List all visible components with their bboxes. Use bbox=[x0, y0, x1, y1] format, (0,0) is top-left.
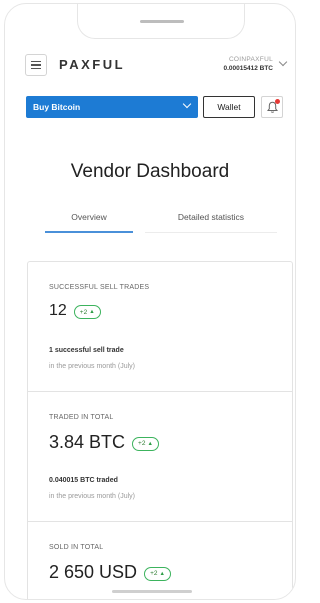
menu-line-icon bbox=[31, 60, 41, 63]
badge-label: +2 bbox=[79, 308, 88, 316]
stats-panel: SUCCESSFUL SELL TRADES 12 +2 ▲ 1 success… bbox=[27, 261, 293, 599]
stat-value: 3.84 BTC bbox=[49, 432, 126, 452]
hamburger-menu-button[interactable] bbox=[25, 54, 47, 76]
arrow-up-icon: ▲ bbox=[147, 440, 153, 447]
stat-card-traded-total: TRADED IN TOTAL 3.84 BTC +2 ▲ 0.040015 B… bbox=[28, 392, 292, 522]
stat-value-row: 3.84 BTC +2 ▲ bbox=[49, 432, 159, 453]
app-header: PAXFUL COINPAXFUL 0.00015412 BTC bbox=[5, 49, 295, 83]
stat-label: TRADED IN TOTAL bbox=[49, 414, 114, 421]
buy-select-label: Buy Bitcoin bbox=[33, 102, 81, 112]
change-badge: +2 ▲ bbox=[73, 305, 101, 319]
wallet-button[interactable]: Wallet bbox=[203, 96, 255, 118]
stat-label: SUCCESSFUL SELL TRADES bbox=[49, 284, 150, 291]
notifications-button[interactable] bbox=[261, 96, 283, 118]
paxful-logo[interactable]: PAXFUL bbox=[59, 57, 125, 72]
badge-label: +2 bbox=[138, 440, 146, 447]
stat-period: in the previous month (July) bbox=[49, 493, 135, 500]
stat-value-row: 12 +2 ▲ bbox=[49, 302, 101, 320]
change-badge: +2 ▲ bbox=[144, 566, 171, 581]
page-title: Vendor Dashboard bbox=[70, 161, 230, 182]
chevron-down-icon bbox=[182, 99, 192, 109]
stat-value: 2 650 USD bbox=[49, 562, 138, 582]
stat-detail: 1 successful sell trade bbox=[49, 347, 124, 354]
stat-value: 12 bbox=[49, 302, 67, 319]
chevron-down-icon[interactable] bbox=[278, 57, 288, 67]
phone-frame: PAXFUL COINPAXFUL 0.00015412 BTC Buy Bit… bbox=[4, 3, 296, 600]
wallet-summary[interactable]: COINPAXFUL 0.00015412 BTC bbox=[223, 56, 273, 72]
badge-label: +2 bbox=[150, 570, 158, 577]
stat-label: SOLD IN TOTAL bbox=[49, 544, 104, 551]
buy-bitcoin-select[interactable]: Buy Bitcoin bbox=[26, 96, 198, 118]
home-indicator bbox=[112, 590, 192, 593]
notification-dot bbox=[275, 99, 280, 104]
stat-value-row: 2 650 USD +2 ▲ bbox=[49, 562, 171, 583]
menu-line-icon bbox=[31, 67, 41, 70]
menu-line-icon bbox=[31, 64, 41, 66]
stat-card-sell-trades: SUCCESSFUL SELL TRADES 12 +2 ▲ 1 success… bbox=[28, 262, 292, 392]
stat-period: in the previous month (July) bbox=[49, 363, 135, 370]
stat-card-sold-total: SOLD IN TOTAL 2 650 USD +2 ▲ bbox=[28, 522, 292, 599]
wallet-balance: 0.00015412 BTC bbox=[223, 65, 273, 72]
change-badge: +2 ▲ bbox=[132, 436, 159, 451]
arrow-up-icon: ▲ bbox=[89, 309, 95, 315]
wallet-name: COINPAXFUL bbox=[228, 56, 273, 63]
arrow-up-icon: ▲ bbox=[159, 570, 165, 577]
tab-detailed-statistics[interactable]: Detailed statistics bbox=[145, 209, 277, 233]
phone-notch bbox=[77, 4, 245, 39]
tab-overview[interactable]: Overview bbox=[45, 209, 133, 233]
speaker-bar bbox=[140, 20, 184, 23]
dashboard-tabs: Overview Detailed statistics bbox=[45, 209, 277, 233]
stat-detail: 0.040015 BTC traded bbox=[49, 477, 118, 484]
